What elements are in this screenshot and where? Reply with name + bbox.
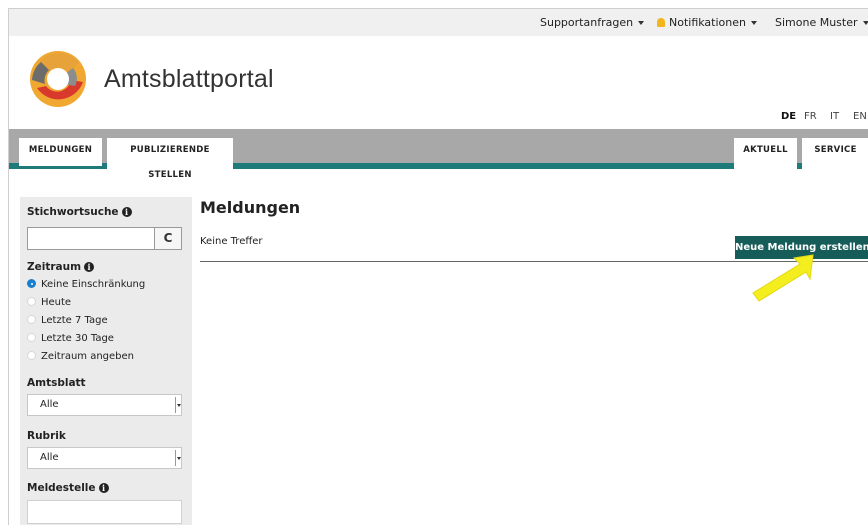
lang-en[interactable]: EN [853,111,867,122]
bell-icon [657,18,665,27]
brand-name: Amtsblattportal [104,65,274,93]
gazette-label: Amtsblatt [27,377,86,389]
keyword-search-text: Stichwortsuche [27,206,119,218]
rubric-label: Rubrik [27,430,66,442]
app-window: Supportanfragen Notifikationen Simone Mu… [8,8,868,525]
rubric-select[interactable]: Alle [27,447,182,469]
timeframe-option-label: Letzte 7 Tage [41,315,108,326]
portal-logo-icon[interactable] [29,50,87,108]
empty-results-text: Keine Treffer [200,236,263,247]
arrow-pointer-icon [752,254,814,302]
office-input[interactable] [27,500,182,524]
timeframe-option-label: Heute [41,297,72,308]
gazette-select-value: Alle [40,399,59,410]
chevron-down-icon [862,21,868,25]
reset-search-button[interactable]: C [154,228,181,249]
lang-it[interactable]: IT [830,111,839,122]
radio-icon [27,315,36,324]
timeframe-option-7-days[interactable]: Letzte 7 Tage [27,315,108,326]
chevron-down-icon [175,397,181,413]
filter-sidebar: Stichwortsuche i C Zeitraum i Keine Einsch… [20,197,192,525]
keyword-search-input[interactable]: C [27,227,182,250]
chevron-down-icon [750,21,757,25]
timeframe-label: Zeitraum i [27,261,95,273]
office-text: Meldestelle [27,482,96,494]
tab-aktuell[interactable]: AKTUELL [734,138,797,169]
radio-icon [27,333,36,342]
timeframe-text: Zeitraum [27,261,82,273]
lang-de[interactable]: DE [781,111,796,122]
radio-checked-icon [27,279,36,288]
support-label: Supportanfragen [540,16,634,29]
top-bar: Supportanfragen Notifikationen Simone Mu… [9,9,868,36]
timeframe-option-custom[interactable]: Zeitraum angeben [27,351,134,362]
info-icon[interactable]: i [121,207,132,217]
main-nav: MELDUNGEN PUBLIZIERENDE STELLEN AKTUELL … [9,129,868,180]
info-icon[interactable]: i [98,483,109,493]
notifications-label: Notifikationen [669,16,746,29]
timeframe-option-label: Keine Einschränkung [41,279,146,290]
keyword-search-label: Stichwortsuche i [27,206,132,218]
timeframe-option-label: Zeitraum angeben [41,351,135,362]
support-menu[interactable]: Supportanfragen [540,16,645,29]
timeframe-option-30-days[interactable]: Letzte 30 Tage [27,333,114,344]
gazette-select[interactable]: Alle [27,394,182,416]
user-name: Simone Muster [775,16,858,29]
chevron-down-icon [175,450,181,466]
notifications-menu[interactable]: Notifikationen [657,16,757,29]
timeframe-option-label: Letzte 30 Tage [41,333,114,344]
info-icon[interactable]: i [84,262,95,272]
tab-service[interactable]: SERVICE [802,138,868,169]
office-label: Meldestelle i [27,482,109,494]
tab-publizierende-stellen[interactable]: PUBLIZIERENDE STELLEN [107,138,233,180]
lang-fr[interactable]: FR [804,111,817,122]
radio-icon [27,351,36,360]
rubric-select-value: Alle [40,452,59,463]
radio-icon [27,297,36,306]
timeframe-option-none[interactable]: Keine Einschränkung [27,279,145,290]
user-menu[interactable]: Simone Muster [775,16,868,29]
page-title: Meldungen [200,198,301,217]
tab-meldungen[interactable]: MELDUNGEN [19,138,102,169]
chevron-down-icon [638,21,645,25]
refresh-icon: C [163,231,173,245]
timeframe-option-today[interactable]: Heute [27,297,71,308]
